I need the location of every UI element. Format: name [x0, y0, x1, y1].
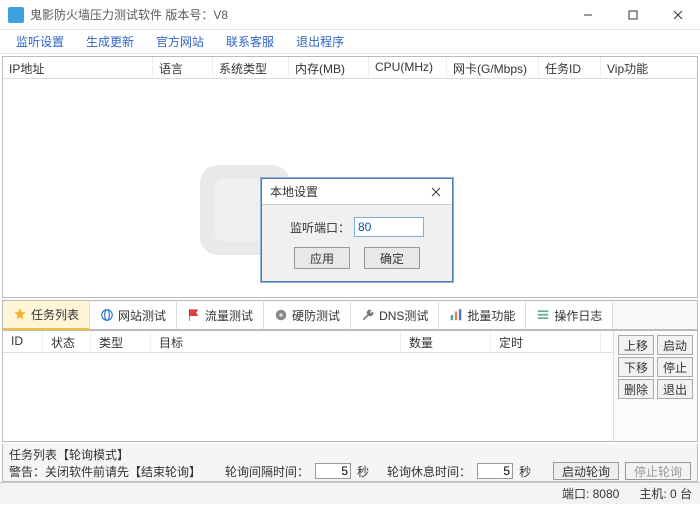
dialog-body: 监听端口： 应用 确定 — [262, 205, 452, 281]
poll-bar: 任务列表【轮询模式】 警告：关闭软件前请先【结束轮询】 轮询间隔时间： 秒 轮询… — [2, 444, 698, 482]
globe-icon — [100, 308, 114, 322]
maximize-button[interactable] — [610, 0, 655, 30]
status-port: 端口: 8080 — [562, 485, 619, 502]
col-qty[interactable]: 数量 — [401, 331, 491, 352]
menu-website[interactable]: 官方网站 — [146, 30, 214, 53]
tab-label: 操作日志 — [554, 307, 602, 324]
poll-stop-button[interactable]: 停止轮询 — [625, 462, 691, 480]
titlebar: 鬼影防火墙压力测试软件 版本号：V8 — [0, 0, 700, 30]
app-icon — [8, 7, 24, 23]
col-status[interactable]: 状态 — [43, 331, 91, 352]
move-up-button[interactable]: 上移 — [618, 335, 654, 355]
col-taskid[interactable]: 任务ID — [539, 57, 601, 78]
tab-hardtest[interactable]: 硬防测试 — [264, 302, 351, 329]
poll-start-button[interactable]: 启动轮询 — [553, 462, 619, 480]
close-button[interactable] — [655, 0, 700, 30]
port-label: 监听端口： — [290, 219, 350, 236]
start-button[interactable]: 启动 — [657, 335, 693, 355]
settings-dialog: 本地设置 监听端口： 应用 确定 — [261, 178, 453, 282]
port-input[interactable] — [354, 217, 424, 237]
flag-icon — [187, 308, 201, 322]
poll-rest-label: 轮询休息时间： — [387, 463, 471, 480]
menu-contact[interactable]: 联系客服 — [216, 30, 284, 53]
dialog-titlebar[interactable]: 本地设置 — [262, 179, 452, 205]
col-timer[interactable]: 定时 — [491, 331, 601, 352]
statusbar: 端口: 8080 主机: 0 台 — [0, 482, 700, 504]
stop-button[interactable]: 停止 — [657, 357, 693, 377]
poll-warning: 警告：关闭软件前请先【结束轮询】 — [9, 463, 201, 480]
poll-rest-input[interactable] — [477, 463, 513, 479]
menu-listen[interactable]: 监听设置 — [6, 30, 74, 53]
window-title: 鬼影防火墙压力测试软件 版本号：V8 — [30, 6, 228, 23]
col-vip[interactable]: Vip功能 — [601, 57, 671, 78]
tasks-panel: ID 状态 类型 目标 数量 定时 上移启动 下移停止 删除退出 — [2, 330, 698, 442]
dialog-title-text: 本地设置 — [270, 183, 318, 200]
minimize-icon — [583, 10, 593, 20]
poll-title: 任务列表【轮询模式】 — [9, 446, 129, 463]
exit-button[interactable]: 退出 — [657, 379, 693, 399]
delete-button[interactable]: 删除 — [618, 379, 654, 399]
menubar: 监听设置 生成更新 官方网站 联系客服 退出程序 — [0, 30, 700, 54]
move-down-button[interactable]: 下移 — [618, 357, 654, 377]
tab-tasklist[interactable]: 任务列表 — [3, 301, 90, 330]
col-id[interactable]: ID — [3, 331, 43, 352]
tasks-table: ID 状态 类型 目标 数量 定时 — [3, 331, 613, 441]
tab-log[interactable]: 操作日志 — [526, 302, 613, 329]
menu-exit[interactable]: 退出程序 — [286, 30, 354, 53]
wrench-icon — [361, 308, 375, 322]
tab-traffic[interactable]: 流量测试 — [177, 302, 264, 329]
col-cpu[interactable]: CPU(MHz) — [369, 57, 447, 78]
tab-batch[interactable]: 批量功能 — [439, 302, 526, 329]
close-icon — [673, 10, 683, 20]
tab-label: 流量测试 — [205, 307, 253, 324]
tab-webtest[interactable]: 网站测试 — [90, 302, 177, 329]
col-os[interactable]: 系统类型 — [213, 57, 289, 78]
status-host: 主机: 0 台 — [639, 485, 692, 502]
col-target[interactable]: 目标 — [151, 331, 401, 352]
bars-icon — [449, 308, 463, 322]
tab-label: 硬防测试 — [292, 307, 340, 324]
col-ip[interactable]: IP地址 — [3, 57, 153, 78]
close-icon — [431, 187, 441, 197]
tab-label: 网站测试 — [118, 307, 166, 324]
disk-icon — [274, 308, 288, 322]
tasks-header: ID 状态 类型 目标 数量 定时 — [3, 331, 613, 353]
hosts-header: IP地址 语言 系统类型 内存(MB) CPU(MHz) 网卡(G/Mbps) … — [3, 57, 697, 79]
col-net[interactable]: 网卡(G/Mbps) — [447, 57, 539, 78]
poll-interval-label: 轮询间隔时间： — [225, 463, 309, 480]
tabs-bar: 任务列表 网站测试 流量测试 硬防测试 DNS测试 批量功能 操作日志 — [2, 300, 698, 330]
tab-label: 批量功能 — [467, 307, 515, 324]
tab-label: DNS测试 — [379, 307, 428, 324]
task-buttons: 上移启动 下移停止 删除退出 — [613, 331, 697, 441]
maximize-icon — [628, 10, 638, 20]
tab-label: 任务列表 — [31, 306, 79, 323]
poll-sec2: 秒 — [519, 463, 531, 480]
col-type[interactable]: 类型 — [91, 331, 151, 352]
list-icon — [536, 308, 550, 322]
col-mem[interactable]: 内存(MB) — [289, 57, 369, 78]
window-controls — [565, 0, 700, 30]
apply-button[interactable]: 应用 — [294, 247, 350, 269]
col-lang[interactable]: 语言 — [153, 57, 213, 78]
star-icon — [13, 307, 27, 321]
ok-button[interactable]: 确定 — [364, 247, 420, 269]
poll-sec1: 秒 — [357, 463, 369, 480]
minimize-button[interactable] — [565, 0, 610, 30]
poll-interval-input[interactable] — [315, 463, 351, 479]
menu-generate[interactable]: 生成更新 — [76, 30, 144, 53]
tab-dns[interactable]: DNS测试 — [351, 302, 439, 329]
dialog-close-button[interactable] — [424, 182, 448, 202]
